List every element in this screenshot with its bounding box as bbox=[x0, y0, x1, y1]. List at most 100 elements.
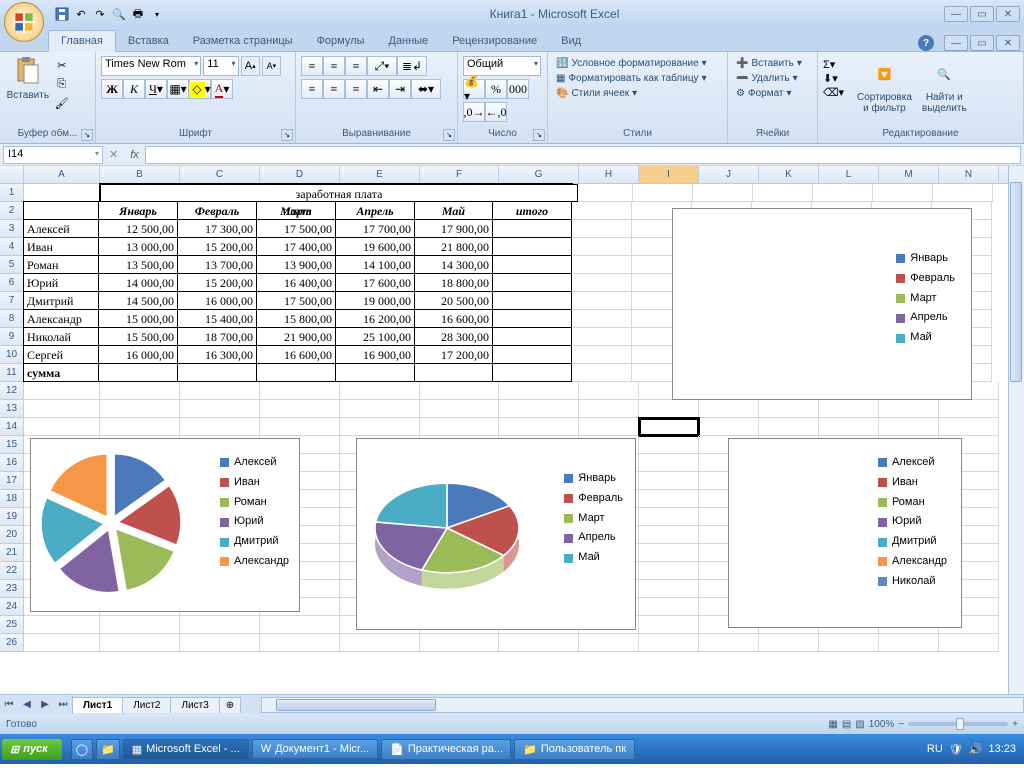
decrease-indent-icon[interactable]: ⇤ bbox=[367, 79, 389, 99]
alignment-dialog-icon[interactable]: ↘ bbox=[443, 129, 455, 141]
restore-button[interactable]: ▭ bbox=[970, 6, 994, 22]
cell-A9[interactable]: Николай bbox=[23, 327, 99, 346]
cell-I1[interactable] bbox=[633, 184, 693, 202]
cell-A12[interactable] bbox=[24, 382, 100, 400]
orientation-icon[interactable]: ⤢▾ bbox=[367, 56, 397, 76]
cell-H3[interactable] bbox=[572, 220, 632, 238]
grow-font-icon[interactable]: A▴ bbox=[241, 56, 260, 76]
row-header-10[interactable]: 10 bbox=[0, 346, 24, 364]
cell-A25[interactable] bbox=[24, 616, 100, 634]
font-name-select[interactable]: Times New Rom bbox=[101, 56, 201, 76]
cell-D11[interactable] bbox=[256, 363, 336, 382]
formula-input[interactable] bbox=[145, 146, 1021, 164]
cell-H11[interactable] bbox=[572, 364, 632, 382]
cell-E11[interactable] bbox=[335, 363, 415, 382]
cell-B26[interactable] bbox=[100, 634, 180, 652]
cell-E14[interactable] bbox=[340, 418, 420, 436]
qat-dropdown-icon[interactable]: ▾ bbox=[149, 6, 165, 22]
cell-E5[interactable]: 14 100,00 bbox=[335, 255, 415, 274]
chart-legend-months[interactable]: ЯнварьФевральМартАпрельМай bbox=[672, 208, 972, 400]
cell-J14[interactable] bbox=[699, 418, 759, 436]
cell-E2[interactable]: Апрель bbox=[335, 201, 415, 220]
cell-I24[interactable] bbox=[639, 598, 699, 616]
cell-I18[interactable] bbox=[639, 490, 699, 508]
save-icon[interactable] bbox=[54, 6, 70, 22]
cell-L14[interactable] bbox=[819, 418, 879, 436]
cell-G9[interactable] bbox=[492, 327, 572, 346]
row-header-22[interactable]: 22 bbox=[0, 562, 24, 580]
workbook-restore-button[interactable]: ▭ bbox=[970, 35, 994, 51]
row-header-9[interactable]: 9 bbox=[0, 328, 24, 346]
cell-H7[interactable] bbox=[572, 292, 632, 310]
comma-icon[interactable]: 000 bbox=[507, 79, 529, 99]
cell-D10[interactable]: 16 600,00 bbox=[256, 345, 336, 364]
name-box[interactable]: I14 bbox=[3, 146, 103, 164]
col-header-L[interactable]: L bbox=[819, 166, 879, 183]
align-bottom-icon[interactable]: ≡ bbox=[345, 56, 367, 76]
row-header-8[interactable]: 8 bbox=[0, 310, 24, 328]
row-header-18[interactable]: 18 bbox=[0, 490, 24, 508]
cut-icon[interactable]: ✂ bbox=[53, 56, 71, 74]
cell-D8[interactable]: 15 800,00 bbox=[256, 309, 336, 328]
col-header-G[interactable]: G bbox=[499, 166, 579, 183]
cell-N1[interactable] bbox=[933, 184, 993, 202]
office-button[interactable] bbox=[4, 2, 44, 42]
cell-G2[interactable]: итого bbox=[492, 201, 572, 220]
row-header-5[interactable]: 5 bbox=[0, 256, 24, 274]
font-color-button[interactable]: A▾ bbox=[211, 79, 233, 99]
row-header-14[interactable]: 14 bbox=[0, 418, 24, 436]
chart-pie-names[interactable]: АлексейИванРоманЮрийДмитрийАлександр bbox=[30, 438, 300, 612]
task-word[interactable]: WДокумент1 - Micr... bbox=[252, 739, 378, 759]
cell-B4[interactable]: 13 000,00 bbox=[98, 237, 178, 256]
cell-E4[interactable]: 19 600,00 bbox=[335, 237, 415, 256]
cell-F3[interactable]: 17 900,00 bbox=[414, 219, 493, 238]
col-header-N[interactable]: N bbox=[939, 166, 999, 183]
cell-C4[interactable]: 15 200,00 bbox=[177, 237, 257, 256]
cell-G10[interactable] bbox=[492, 345, 572, 364]
col-header-B[interactable]: B bbox=[100, 166, 180, 183]
quick-launch-folder[interactable]: 📁 bbox=[96, 739, 120, 760]
cell-H13[interactable] bbox=[579, 400, 639, 418]
col-header-E[interactable]: E bbox=[340, 166, 420, 183]
cell-D14[interactable] bbox=[260, 418, 340, 436]
col-header-H[interactable]: H bbox=[579, 166, 639, 183]
cell-B8[interactable]: 15 000,00 bbox=[98, 309, 178, 328]
currency-icon[interactable]: 💰▾ bbox=[463, 79, 485, 99]
cell-H2[interactable] bbox=[572, 202, 632, 220]
cell-D26[interactable] bbox=[260, 634, 340, 652]
cell-F2[interactable]: Май bbox=[414, 201, 493, 220]
zoom-out-icon[interactable]: − bbox=[898, 719, 904, 730]
redo-icon[interactable]: ↷ bbox=[92, 6, 108, 22]
vertical-scrollbar[interactable] bbox=[1008, 166, 1024, 694]
cell-A7[interactable]: Дмитрий bbox=[23, 291, 99, 310]
row-header-21[interactable]: 21 bbox=[0, 544, 24, 562]
row-header-2[interactable]: 2 bbox=[0, 202, 24, 220]
fill-icon[interactable]: ⬇▾ bbox=[823, 72, 851, 85]
cell-G6[interactable] bbox=[492, 273, 572, 292]
shrink-font-icon[interactable]: A▾ bbox=[262, 56, 281, 76]
decrease-decimal-icon[interactable]: ←,0 bbox=[485, 102, 507, 122]
clipboard-dialog-icon[interactable]: ↘ bbox=[81, 129, 93, 141]
print-icon[interactable]: 🖶 bbox=[130, 6, 146, 22]
cell-B13[interactable] bbox=[100, 400, 180, 418]
cell-B10[interactable]: 16 000,00 bbox=[98, 345, 178, 364]
cell-B9[interactable]: 15 500,00 bbox=[98, 327, 178, 346]
task-folder[interactable]: 📁Пользователь пк bbox=[514, 739, 635, 760]
cell-H1[interactable] bbox=[573, 184, 633, 202]
cell-I19[interactable] bbox=[639, 508, 699, 526]
cell-A1[interactable] bbox=[24, 184, 100, 202]
workbook-close-button[interactable]: ✕ bbox=[996, 35, 1020, 51]
cell-F26[interactable] bbox=[420, 634, 499, 652]
cell-E9[interactable]: 25 100,00 bbox=[335, 327, 415, 346]
cell-D6[interactable]: 16 400,00 bbox=[256, 273, 336, 292]
task-doc[interactable]: 📄Практическая ра... bbox=[381, 739, 511, 760]
sheet-tab-2[interactable]: Лист2 bbox=[122, 697, 171, 713]
align-left-icon[interactable]: ≡ bbox=[301, 79, 323, 99]
horizontal-scrollbar[interactable] bbox=[261, 697, 1024, 713]
new-sheet-icon[interactable]: ⊕ bbox=[219, 697, 241, 713]
cell-F4[interactable]: 21 800,00 bbox=[414, 237, 493, 256]
cell-H10[interactable] bbox=[572, 346, 632, 364]
cell-K1[interactable] bbox=[753, 184, 813, 202]
cell-N13[interactable] bbox=[939, 400, 999, 418]
cell-D5[interactable]: 13 900,00 bbox=[256, 255, 336, 274]
